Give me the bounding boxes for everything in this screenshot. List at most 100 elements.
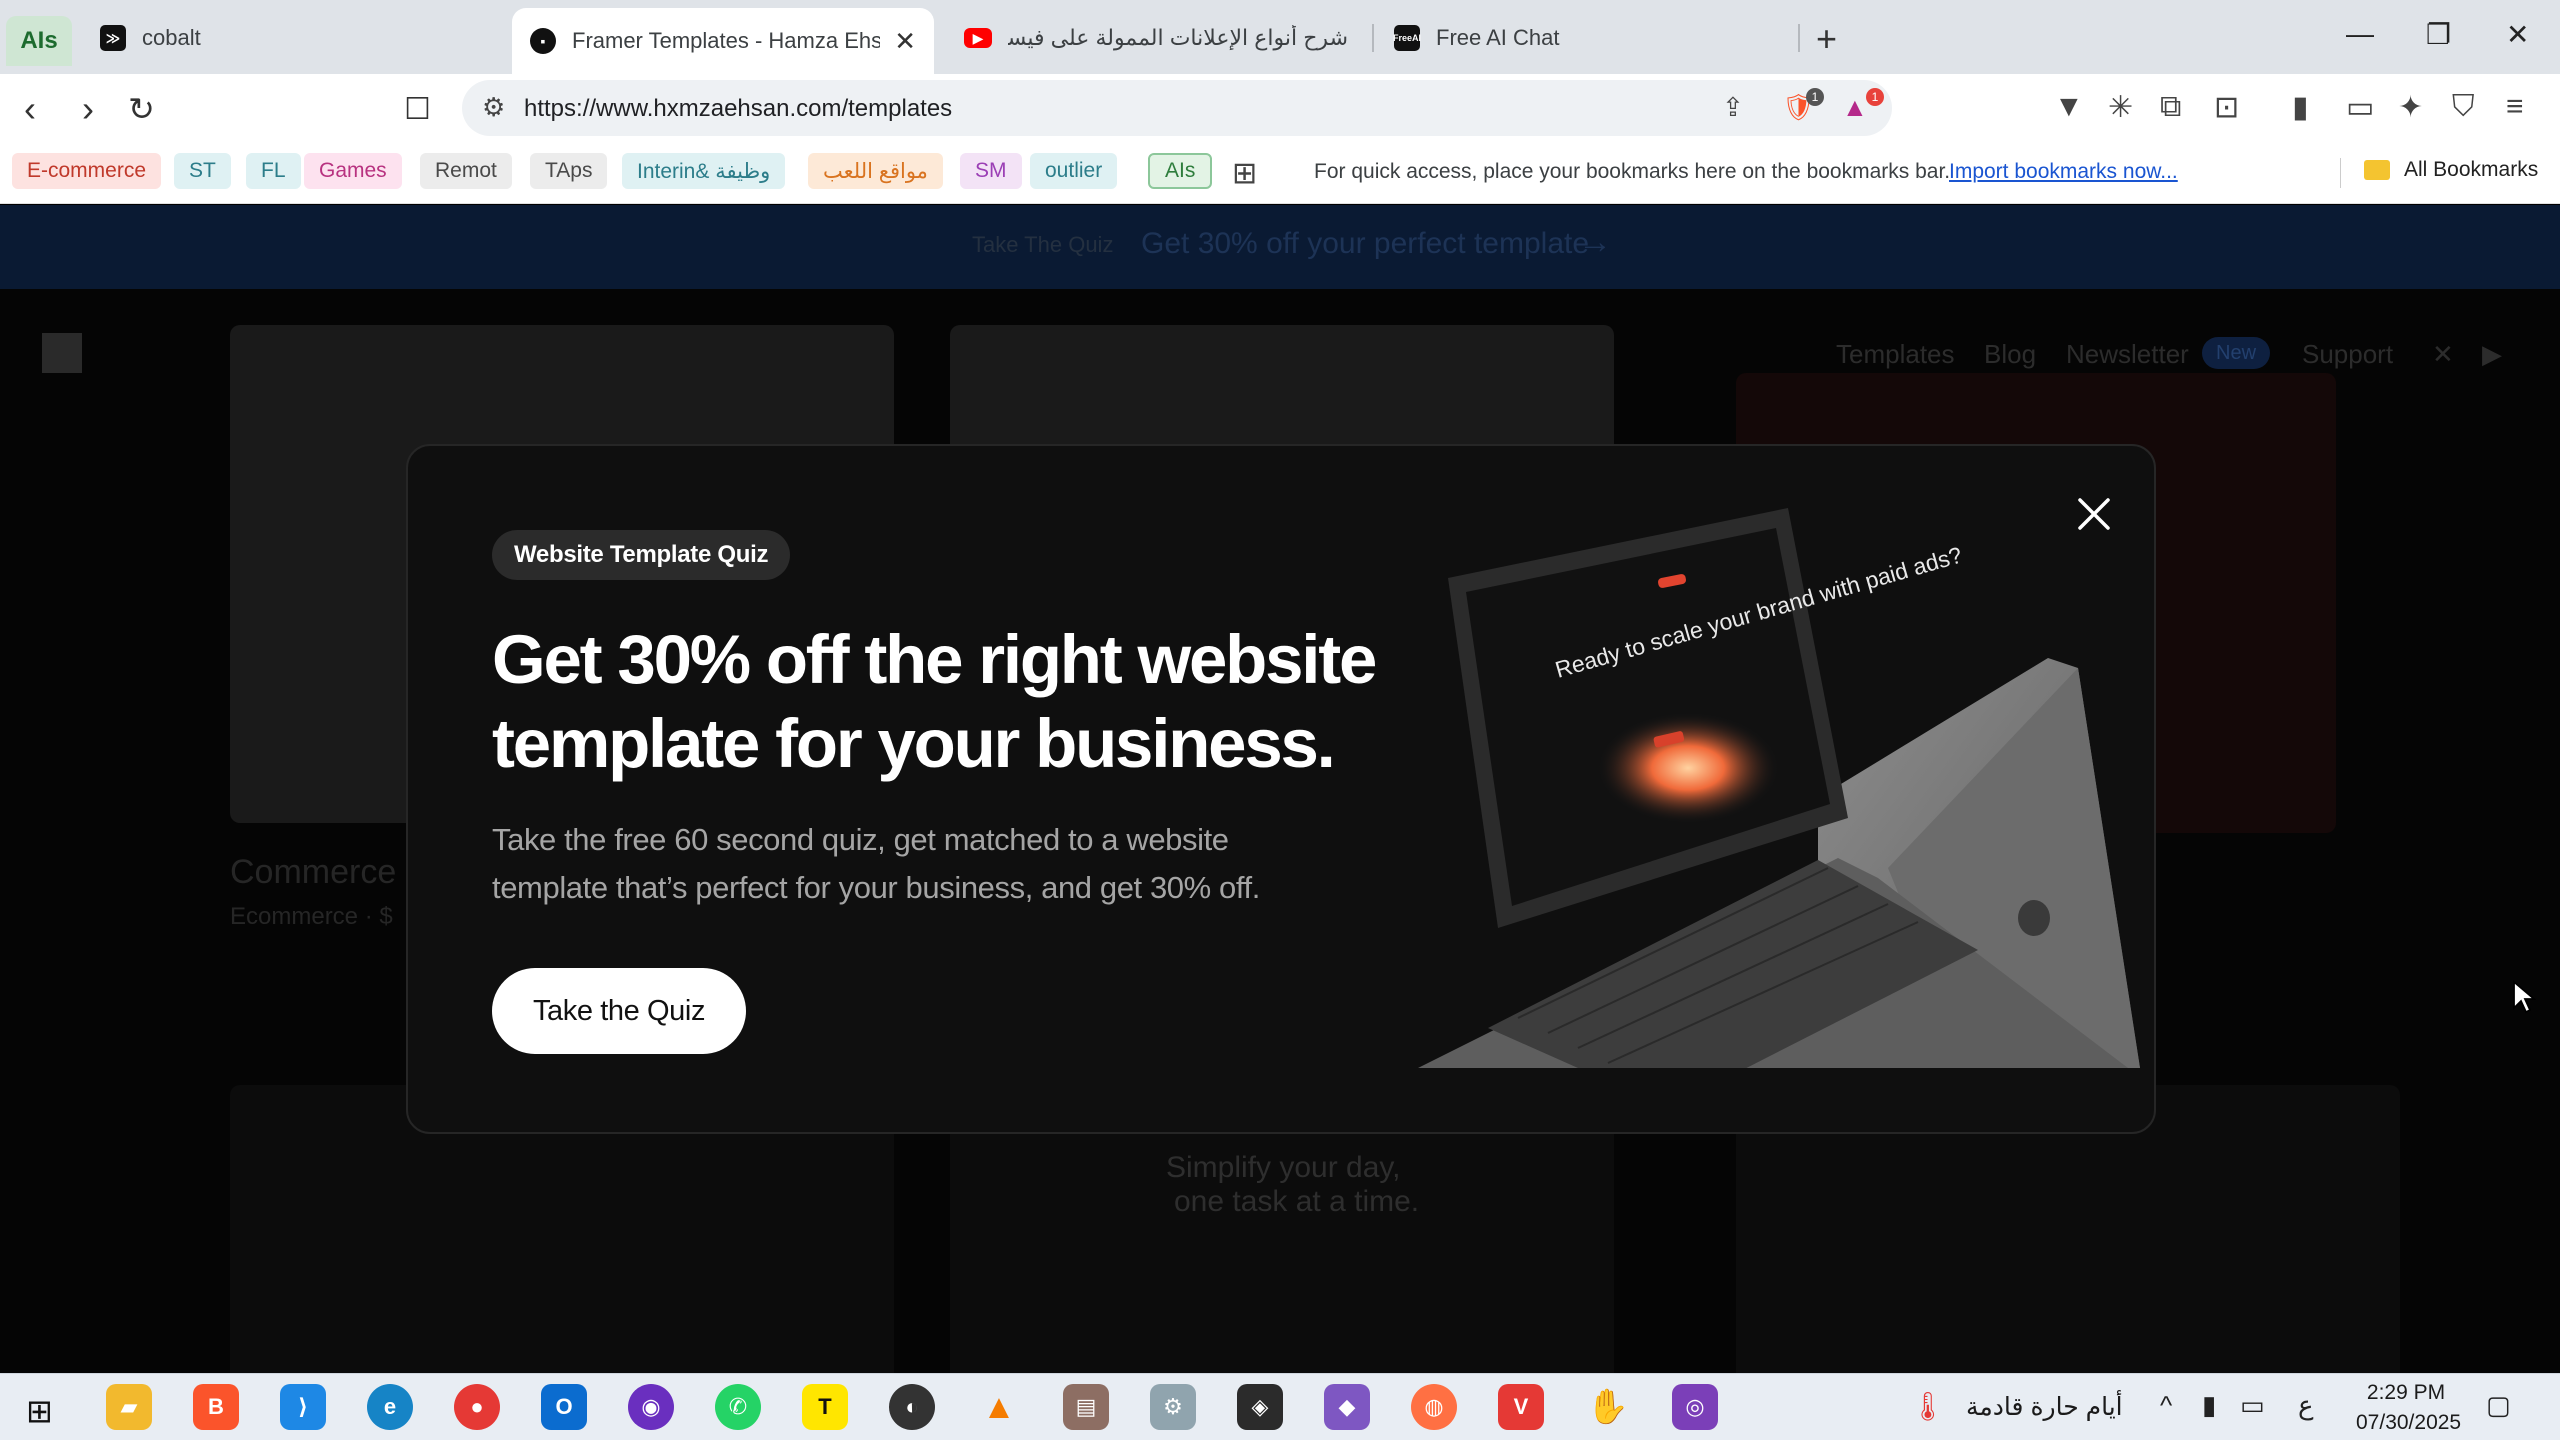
bloody-mouse-icon[interactable]: ✋	[1585, 1384, 1631, 1430]
forward-icon[interactable]: ›	[82, 88, 94, 130]
menu-icon[interactable]: ≡	[2506, 90, 2524, 124]
minimize-button[interactable]: —	[2346, 18, 2374, 50]
mouse-cursor-icon	[2513, 980, 2536, 1014]
weather-text[interactable]: أيام حارة قادمة	[1966, 1392, 2123, 1422]
youtube-site-icon[interactable]: ▶	[2482, 339, 2502, 370]
bookmark-chip[interactable]: SM	[960, 153, 1022, 189]
library-icon[interactable]: ▤	[1063, 1384, 1109, 1430]
obs-icon[interactable]: ◐	[889, 1384, 935, 1430]
input-language[interactable]: ع	[2298, 1390, 2314, 1421]
windows-start-icon[interactable]: ⊞	[26, 1392, 53, 1430]
brave-icon[interactable]: B	[193, 1384, 239, 1430]
bookmark-chip[interactable]: AIs	[1148, 153, 1213, 189]
nav-blog[interactable]: Blog	[1984, 339, 2036, 370]
clock-time: 2:29 PM	[2366, 1381, 2446, 1404]
promo-bar[interactable]: Take The Quiz Get 30% off your perfect t…	[0, 205, 2560, 289]
card-subtitle: Ecommerce · $	[230, 903, 393, 930]
close-tab-icon[interactable]: ✕	[894, 26, 916, 57]
laptop-illustration: Ready to scale your brand with paid ads?	[1418, 508, 2140, 1068]
vpn-shield-icon[interactable]: ⛉	[2452, 90, 2475, 124]
notepad-t-icon[interactable]: T	[802, 1384, 848, 1430]
site-settings-icon[interactable]: ⚙	[482, 92, 505, 123]
reload-icon[interactable]: ↻	[128, 90, 155, 128]
new-tab-button[interactable]: +	[1816, 18, 1837, 60]
leo-ai-icon[interactable]: ✦	[2398, 90, 2423, 125]
vlc-icon[interactable]: ▲	[976, 1384, 1022, 1430]
modal-headline: Get 30% off the right website template f…	[492, 621, 1377, 782]
share-icon[interactable]: ⇪	[1722, 92, 1744, 123]
system-clock[interactable]: 2:29 PM 07/30/2025	[2356, 1378, 2461, 1438]
screenshot-icon[interactable]: ⊡	[2214, 90, 2239, 125]
url-text[interactable]: https://www.hxmzaehsan.com/templates	[524, 95, 952, 123]
site-logo[interactable]	[42, 333, 82, 373]
bookmarks-hint: For quick access, place your bookmarks h…	[1314, 160, 1951, 183]
bookmark-chip[interactable]: مواقع اللعب	[808, 153, 943, 189]
file-explorer-icon[interactable]: ▰	[106, 1384, 152, 1430]
proton-icon[interactable]: ◎	[1672, 1384, 1718, 1430]
freeai-icon: FreeAI	[1393, 25, 1421, 51]
brave-rewards-icon[interactable]: ▲	[1842, 92, 1868, 123]
restore-button[interactable]: ❐	[2426, 18, 2451, 51]
youtube-icon: ▶	[964, 28, 992, 48]
sidebar-icon[interactable]: ▮	[2292, 90, 2309, 125]
screen-glow	[1598, 713, 1778, 823]
chrome-icon[interactable]: ●	[454, 1384, 500, 1430]
davinci-resolve-icon[interactable]: ◈	[1237, 1384, 1283, 1430]
edge-icon[interactable]: e	[367, 1384, 413, 1430]
tab-free-ai-chat[interactable]: FreeAI Free AI Chat	[1376, 8, 1796, 68]
firefox-icon[interactable]: ◍	[1411, 1384, 1457, 1430]
visual-studio-icon[interactable]: ◆	[1324, 1384, 1370, 1430]
microphone-icon[interactable]: ▮	[2202, 1390, 2216, 1421]
nav-templates[interactable]: Templates	[1836, 339, 1955, 370]
github-desktop-icon[interactable]: ◉	[628, 1384, 674, 1430]
browser-toolbar: ‹ › ↻ ☐ ⚙ https://www.hxmzaehsan.com/tem…	[0, 74, 2560, 144]
bookmark-chip[interactable]: Games	[304, 153, 402, 189]
whatsapp-icon[interactable]: ✆	[715, 1384, 761, 1430]
rewards-count-badge: 1	[1866, 88, 1884, 106]
bookmark-chip[interactable]: outlier	[1030, 153, 1118, 189]
bg-headline-2: one task at a time.	[1174, 1185, 1420, 1218]
nav-newsletter[interactable]: Newsletter	[2066, 339, 2189, 370]
wallet-icon[interactable]: ▭	[2346, 90, 2374, 125]
tab-cobalt[interactable]: ≫ cobalt	[82, 8, 482, 68]
notifications-icon[interactable]: ▢	[2486, 1390, 2511, 1421]
tab-separator	[1798, 24, 1800, 52]
bookmark-icon[interactable]: ☐	[404, 92, 431, 127]
bookmark-chip[interactable]: E-commerce	[12, 153, 162, 189]
window-close-button[interactable]: ✕	[2506, 18, 2529, 51]
divider	[2340, 158, 2341, 188]
vivaldi-icon[interactable]: V	[1498, 1384, 1544, 1430]
bookmark-chip[interactable]: FL	[246, 153, 301, 189]
bookmark-chip[interactable]: TAps	[530, 153, 608, 189]
thermometer-icon[interactable]: 🌡	[1910, 1390, 1946, 1423]
tab-group-ais[interactable]: AIs	[6, 16, 72, 66]
tab-title: Framer Templates - Hamza Ehsan	[572, 28, 880, 53]
extensions-icon[interactable]: ⧉	[2160, 90, 2181, 124]
quiz-badge: Website Template Quiz	[492, 530, 791, 580]
bookmarks-bar: E-commerce ST FL Games Remot TAps Interin& وظي…	[0, 144, 2560, 204]
card-title: Commerce	[230, 853, 397, 891]
bug-icon[interactable]: ✳	[2108, 90, 2133, 125]
outlook-icon[interactable]: O	[541, 1384, 587, 1430]
chevron-up-icon[interactable]: ^	[2160, 1390, 2172, 1421]
take-quiz-button[interactable]: Take the Quiz	[492, 968, 746, 1054]
tab-youtube[interactable]: ▶ شرح أنواع الإعلانات الممولة على فيسبوك	[946, 8, 1366, 68]
back-icon[interactable]: ‹	[24, 88, 36, 130]
tab-framer-templates[interactable]: ▪ Framer Templates - Hamza Ehsan ✕	[512, 8, 934, 74]
vscode-icon[interactable]: ⟩	[280, 1384, 326, 1430]
network-icon[interactable]: ▭	[2240, 1390, 2265, 1421]
windows-taskbar: ⊞ ▰ B ⟩ e ● O ◉ ✆ T ◐ ▲ ▤ ⚙ ◈ ◆ ◍ V ✋ ◎ …	[0, 1373, 2560, 1440]
bookmark-chip[interactable]: Interin& وظيفة	[622, 153, 786, 189]
tools-icon[interactable]: ⚙	[1150, 1384, 1196, 1430]
bookmark-chip[interactable]: ST	[174, 153, 231, 189]
vpn-icon[interactable]: ▼	[2054, 90, 2084, 124]
all-bookmarks-button[interactable]: All Bookmarks	[2364, 158, 2538, 182]
nav-support[interactable]: Support	[2302, 339, 2393, 370]
bookmark-chip[interactable]: Remot	[420, 153, 512, 189]
apps-grid-icon[interactable]: ⊞	[1232, 156, 1257, 191]
cobalt-icon: ≫	[100, 25, 126, 51]
x-icon[interactable]: ✕	[2432, 339, 2454, 370]
address-bar[interactable]: ⚙ https://www.hxmzaehsan.com/templates ⇪…	[462, 80, 1892, 136]
modal-subtext: Take the free 60 second quiz, get matche…	[492, 822, 1260, 905]
import-bookmarks-link[interactable]: Import bookmarks now...	[1949, 160, 2178, 184]
